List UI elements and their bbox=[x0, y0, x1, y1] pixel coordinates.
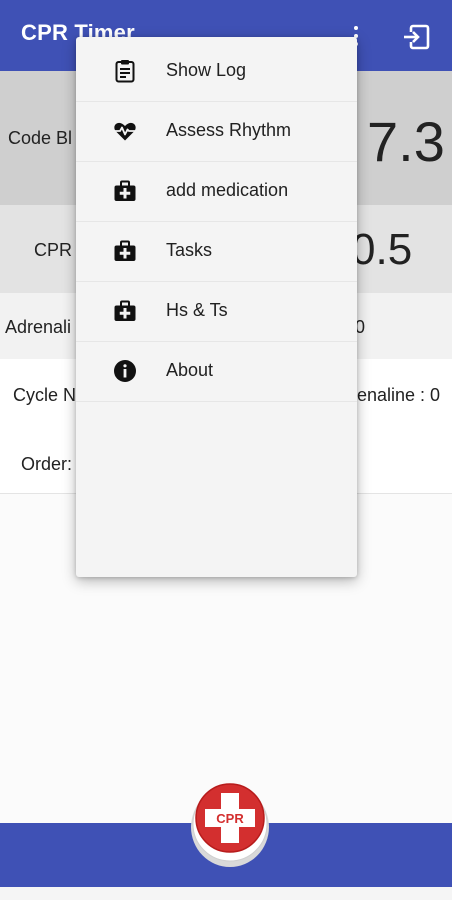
medical-bag-icon bbox=[114, 300, 136, 321]
cpr-button-label: CPR bbox=[216, 811, 244, 826]
order-label: Order: bbox=[21, 454, 73, 474]
info-icon bbox=[114, 360, 136, 382]
menu-item-hs-ts[interactable]: Hs & Ts bbox=[76, 281, 357, 342]
cpr-button[interactable]: CPR bbox=[190, 780, 270, 868]
menu-item-label: Show Log bbox=[166, 60, 247, 80]
menu-item-tasks[interactable]: Tasks bbox=[76, 221, 357, 282]
clipboard-icon bbox=[115, 60, 135, 83]
medical-bag-icon bbox=[114, 240, 136, 261]
cpr-timer: 0.5 bbox=[351, 225, 413, 274]
menu-item-assess-rhythm[interactable]: Assess Rhythm bbox=[76, 101, 357, 162]
menu-item-about[interactable]: About bbox=[76, 341, 357, 402]
menu-item-label: Tasks bbox=[166, 240, 213, 260]
adrenaline-count: enaline : 0 bbox=[357, 385, 441, 405]
exit-icon[interactable] bbox=[402, 24, 430, 50]
nav-strip bbox=[0, 887, 452, 900]
cpr-label: CPR bbox=[34, 240, 73, 260]
menu-item-label: add medication bbox=[166, 180, 289, 200]
menu-item-label: Hs & Ts bbox=[166, 300, 228, 320]
menu-item-add-medication[interactable]: add medication bbox=[76, 161, 357, 222]
heart-pulse-icon bbox=[114, 122, 136, 141]
cycle-label: Cycle N bbox=[13, 385, 77, 405]
menu-item-show-log[interactable]: Show Log bbox=[76, 41, 357, 102]
menu-item-label: About bbox=[166, 360, 214, 380]
overflow-menu: Show Log Assess Rhythm add medication Ta… bbox=[76, 37, 357, 577]
adrenaline-label: Adrenali bbox=[5, 317, 72, 337]
menu-item-label: Assess Rhythm bbox=[166, 120, 292, 140]
code-blue-label: Code Bl bbox=[8, 128, 73, 148]
medical-bag-icon bbox=[114, 180, 136, 201]
code-blue-timer: 7.3 bbox=[367, 110, 445, 173]
